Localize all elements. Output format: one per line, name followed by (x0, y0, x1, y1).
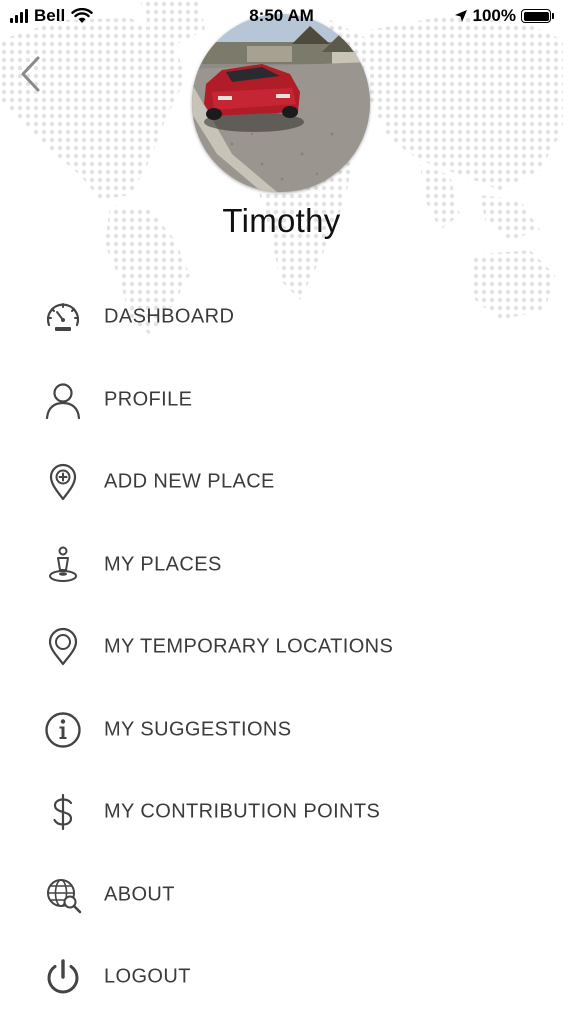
dollar-icon (42, 791, 84, 833)
globe-search-icon (42, 874, 84, 916)
menu-item-label: PROFILE (104, 388, 193, 411)
back-button[interactable] (14, 52, 48, 96)
menu-item-my-suggestions[interactable]: MY SUGGESTIONS (0, 689, 563, 772)
user-name: Timothy (222, 202, 341, 239)
side-menu: DASHBOARD PROFILE ADD NEW PLACE MY PLACE… (0, 276, 563, 1019)
menu-item-label: DASHBOARD (104, 305, 235, 328)
person-pin-icon (42, 544, 84, 586)
power-icon (42, 956, 84, 998)
menu-item-label: MY SUGGESTIONS (104, 718, 292, 741)
menu-item-my-temporary-locations[interactable]: MY TEMPORARY LOCATIONS (0, 606, 563, 689)
user-icon (42, 379, 84, 421)
menu-item-label: ADD NEW PLACE (104, 470, 275, 493)
menu-item-dashboard[interactable]: DASHBOARD (0, 276, 563, 359)
menu-item-label: MY PLACES (104, 553, 222, 576)
menu-item-label: ABOUT (104, 883, 175, 906)
menu-item-label: MY TEMPORARY LOCATIONS (104, 635, 394, 658)
menu-item-my-places[interactable]: MY PLACES (0, 524, 563, 607)
avatar[interactable] (192, 14, 370, 192)
menu-item-profile[interactable]: PROFILE (0, 359, 563, 442)
menu-item-logout[interactable]: LOGOUT (0, 936, 563, 1019)
menu-item-my-contribution-points[interactable]: MY CONTRIBUTION POINTS (0, 771, 563, 854)
map-pin-icon (42, 626, 84, 668)
info-icon (42, 709, 84, 751)
battery-percent: 100% (472, 6, 516, 25)
location-arrow-icon (454, 10, 467, 22)
status-bar: Bell 8:50 AM 100% (0, 0, 563, 34)
battery-fill (523, 11, 549, 21)
menu-item-label: LOGOUT (104, 965, 191, 988)
status-right: 100% (454, 6, 554, 26)
menu-item-add-new-place[interactable]: ADD NEW PLACE (0, 441, 563, 524)
battery-icon (521, 9, 554, 23)
chevron-left-icon (21, 56, 40, 92)
menu-item-about[interactable]: ABOUT (0, 854, 563, 937)
menu-item-label: MY CONTRIBUTION POINTS (104, 800, 381, 823)
photo-of-red-car-avatar (192, 14, 370, 192)
map-pin-plus-icon (42, 461, 84, 503)
speedometer-icon (42, 296, 84, 338)
